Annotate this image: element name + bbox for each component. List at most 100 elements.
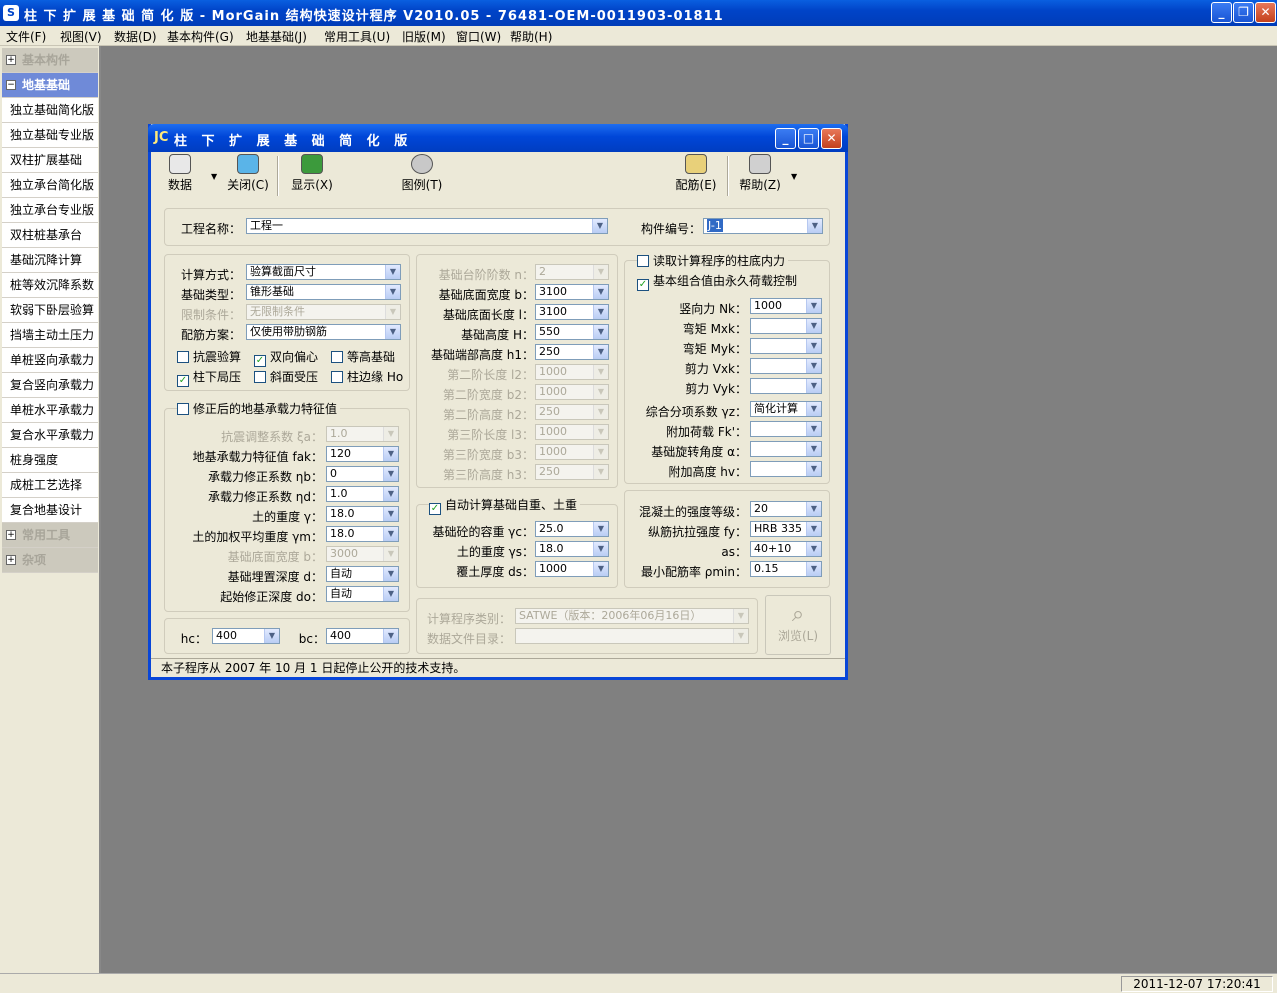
soil-gs-combo[interactable]: 18.0 ▼ [535,541,609,557]
menu-tools[interactable]: 常用工具(U) [324,28,390,45]
menu-foundation[interactable]: 地基基础(J) [246,28,307,45]
base-l-label: 基础底面长度 l： [442,308,534,322]
sidebar-cat-basic[interactable]: + 基本构件 [2,48,98,73]
menu-window[interactable]: 窗口(W) [456,28,501,45]
sidebar-item[interactable]: 复合水平承载力 [2,423,98,448]
rebar-button[interactable]: 配筋(E) [673,154,719,199]
rebar-scheme-combo[interactable]: 仅使用带肋钢筋 ▼ [246,324,401,340]
corrected-capacity-checkbox[interactable]: 修正后的地基承载力特征值 [177,402,341,418]
fy-combo[interactable]: HRB 335 ▼ [750,521,822,537]
mxk-combo[interactable]: ▼ [750,318,822,334]
slope-pressure-checkbox[interactable]: 斜面受压 [254,370,318,386]
embed-depth-combo[interactable]: 自动 ▼ [326,566,399,582]
sidebar-item[interactable]: 复合地基设计 [2,498,98,523]
chevron-down-icon: ▼ [264,629,279,643]
minimize-button[interactable]: _ [1211,2,1232,23]
rotation-combo[interactable]: ▼ [750,441,822,457]
sidebar-item[interactable]: 基础沉降计算 [2,248,98,273]
data-button[interactable]: 数据 [165,154,195,199]
cover-depth-combo[interactable]: 1000 ▼ [535,561,609,577]
expand-icon: + [6,55,16,65]
sidebar-item[interactable]: 双柱扩展基础 [2,148,98,173]
sidebar-item[interactable]: 软弱下卧层验算 [2,298,98,323]
permanent-load-checkbox[interactable]: ✓ 基本组合值由永久荷载控制 [637,274,797,291]
avg-weight-combo[interactable]: 18.0 ▼ [326,526,399,542]
nb-label: 承载力修正系数 ηb： [207,470,323,484]
menu-help[interactable]: 帮助(H) [510,28,552,45]
status-bar: 2011-12-07 17:20:41 [0,973,1277,993]
sidebar-item[interactable]: 独立承台专业版 [2,198,98,223]
bc-combo[interactable]: 400 ▼ [326,628,399,644]
sidebar-item[interactable]: 单桩水平承载力 [2,398,98,423]
foundation-type-combo[interactable]: 锥形基础 ▼ [246,284,401,300]
help-button[interactable]: 帮助(Z) [737,154,783,199]
close-button[interactable]: ✕ [1255,2,1276,23]
sidebar-item[interactable]: 成桩工艺选择 [2,473,98,498]
extra-load-combo[interactable]: ▼ [750,421,822,437]
menu-view[interactable]: 视图(V) [60,28,102,45]
auto-weight-checkbox[interactable]: ✓ 自动计算基础自重、土重 [429,498,581,515]
base-l-combo[interactable]: 3100 ▼ [535,304,609,320]
sidebar-item[interactable]: 独立承台简化版 [2,173,98,198]
seismic-checkbox[interactable]: 抗震验算 [177,350,241,366]
menu-data[interactable]: 数据(D) [114,28,157,45]
menu-old-version[interactable]: 旧版(M) [402,28,446,45]
base-b-combo[interactable]: 3100 ▼ [535,284,609,300]
concrete-grade-combo[interactable]: 20 ▼ [750,501,822,517]
nb-combo[interactable]: 0 ▼ [326,466,399,482]
sidebar-item[interactable]: 桩等效沉降系数 [2,273,98,298]
show-button[interactable]: 显示(X) [289,154,335,199]
biaxial-checkbox[interactable]: ✓ 双向偏心 [254,350,318,367]
chevron-down-icon: ▼ [806,339,821,353]
local-pressure-checkbox[interactable]: ✓ 柱下局压 [177,370,241,387]
help-dropdown-icon[interactable]: ▼ [791,172,797,181]
vxk-combo[interactable]: ▼ [750,358,822,374]
restore-button[interactable]: ❐ [1233,2,1254,23]
soil-weight-combo[interactable]: 18.0 ▼ [326,506,399,522]
concrete-weight-combo[interactable]: 25.0 ▼ [535,521,609,537]
member-id-combo[interactable]: J-1 ▼ [703,218,823,234]
close-tool-button[interactable]: 关闭(C) [225,154,271,199]
steps-combo: 2 ▼ [535,264,609,280]
dialog-maximize-button[interactable]: □ [798,128,819,149]
start-depth-combo[interactable]: 自动 ▼ [326,586,399,602]
dialog-close-button[interactable]: ✕ [821,128,842,149]
menu-basic-members[interactable]: 基本构件(G) [167,28,234,45]
column-edge-checkbox[interactable]: 柱边缘 Ho [331,370,403,386]
sidebar-item[interactable]: 挡墙主动土压力 [2,323,98,348]
myk-combo[interactable]: ▼ [750,338,822,354]
extra-height-combo[interactable]: ▼ [750,461,822,477]
sidebar-cat-tools[interactable]: + 常用工具 [2,523,98,548]
browse-button[interactable]: ⌕ 浏览(L) [765,595,831,655]
menu-file[interactable]: 文件(F) [6,28,46,45]
project-name-combo[interactable]: 工程一 ▼ [246,218,608,234]
menu-bar: 文件(F) 视图(V) 数据(D) 基本构件(G) 地基基础(J) 常用工具(U… [0,26,1277,46]
l2-label: 第二阶长度 l2： [447,368,534,382]
sidebar-item[interactable]: 独立基础简化版 [2,98,98,123]
hc-combo[interactable]: 400 ▼ [212,628,280,644]
sidebar-item[interactable]: 桩身强度 [2,448,98,473]
end-height-combo[interactable]: 250 ▼ [535,344,609,360]
app-title: 柱 下 扩 展 基 础 简 化 版 - MorGain 结构快速设计程序 V20… [24,9,724,24]
sidebar-cat-misc[interactable]: + 杂项 [2,548,98,573]
pmin-combo[interactable]: 0.15 ▼ [750,561,822,577]
dialog-minimize-button[interactable]: _ [775,128,796,149]
gz-combo[interactable]: 简化计算 ▼ [750,401,822,417]
sidebar-item[interactable]: 复合竖向承载力 [2,373,98,398]
legend-button[interactable]: 图例(T) [399,154,445,199]
fak-combo[interactable]: 120 ▼ [326,446,399,462]
vyk-combo[interactable]: ▼ [750,378,822,394]
nd-combo[interactable]: 1.0 ▼ [326,486,399,502]
equal-height-checkbox[interactable]: 等高基础 [331,350,395,366]
sidebar-item[interactable]: 单桩竖向承载力 [2,348,98,373]
calc-method-combo[interactable]: 验算截面尺寸 ▼ [246,264,401,280]
sidebar-item[interactable]: 双柱桩基承台 [2,223,98,248]
sidebar-cat-foundation[interactable]: − 地基基础 [2,73,98,98]
data-dropdown-icon[interactable]: ▼ [211,172,217,181]
height-h-combo[interactable]: 550 ▼ [535,324,609,340]
rebar-icon [685,154,707,174]
nk-combo[interactable]: 1000 ▼ [750,298,822,314]
sidebar-item[interactable]: 独立基础专业版 [2,123,98,148]
as-combo[interactable]: 40+10 ▼ [750,541,822,557]
read-force-checkbox[interactable]: 读取计算程序的柱底内力 [637,254,789,270]
